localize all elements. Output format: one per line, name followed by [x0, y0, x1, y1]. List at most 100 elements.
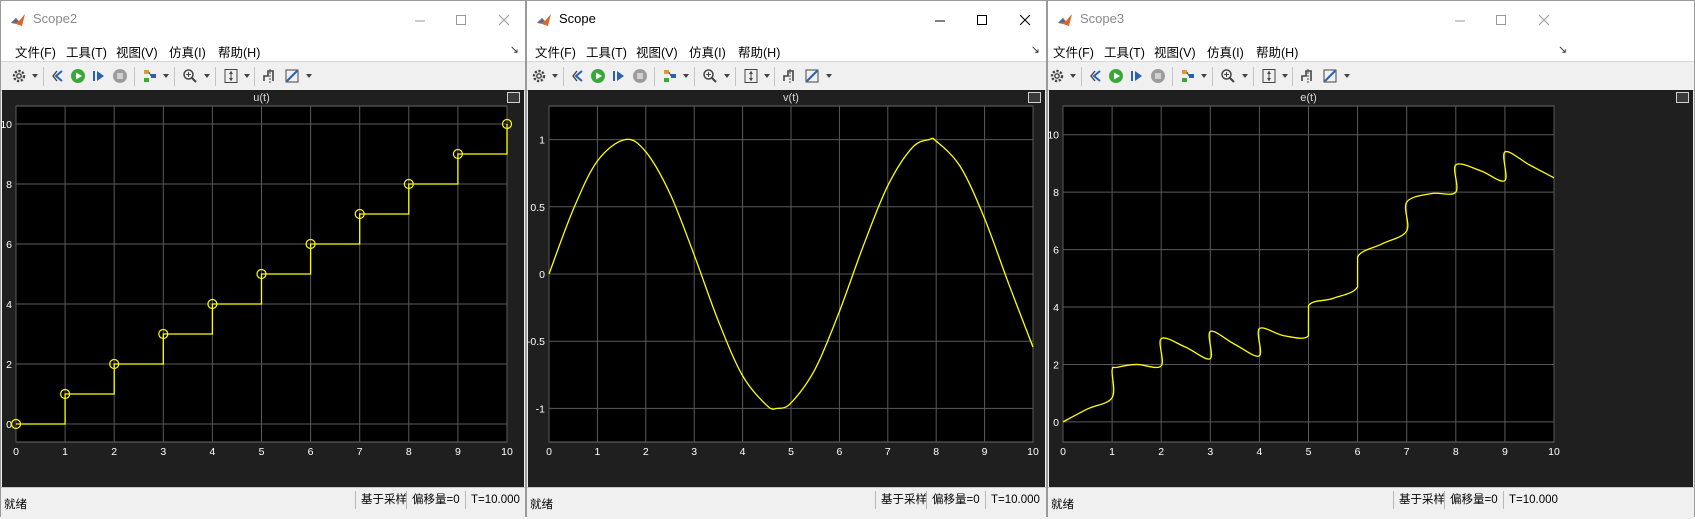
chart-v-t[interactable]: v(t) 0 1 2 3 4 5 6 7 8 9 10 -1 -0.5 0 0.5 1 — [527, 90, 1047, 487]
maximize-button[interactable] — [960, 1, 1005, 39]
measure-dropdown-arrow-icon[interactable] — [826, 74, 832, 78]
measure-dropdown-arrow-icon[interactable] — [1344, 74, 1350, 78]
menu-tools[interactable]: 工具(T) — [66, 42, 107, 61]
stop-icon[interactable] — [1150, 68, 1166, 84]
menu-help[interactable]: 帮助(H) — [1256, 42, 1298, 61]
zoom-dropdown-arrow-icon[interactable] — [1242, 74, 1248, 78]
run-icon[interactable] — [1108, 68, 1124, 84]
close-button[interactable] — [482, 1, 527, 39]
signal-style-icon[interactable] — [142, 68, 158, 84]
measure-icon[interactable] — [804, 68, 820, 84]
minimize-button[interactable] — [1438, 1, 1483, 39]
menu-file[interactable]: 文件(F) — [535, 42, 576, 61]
menu-tools[interactable]: 工具(T) — [586, 42, 627, 61]
restore-icon[interactable] — [51, 68, 67, 84]
zoom-in-icon[interactable] — [1220, 68, 1236, 84]
status-offset: 偏移量=0 — [926, 491, 980, 509]
style-dropdown-arrow-icon[interactable] — [163, 74, 169, 78]
undock-icon[interactable] — [507, 92, 520, 103]
restore-icon[interactable] — [1089, 68, 1105, 84]
settings-dropdown-arrow-icon[interactable] — [1070, 74, 1076, 78]
x-tick-label: 9 — [455, 446, 461, 458]
scale-dropdown-arrow-icon[interactable] — [244, 74, 250, 78]
undock-icon[interactable] — [1028, 92, 1041, 103]
title-bar[interactable]: Scope — [527, 1, 1046, 39]
signal-style-icon[interactable] — [662, 68, 678, 84]
menu-simulation[interactable]: 仿真(I) — [1207, 42, 1244, 61]
title-bar[interactable]: Scope3 — [1048, 1, 1694, 39]
x-tick-label: 2 — [1158, 446, 1164, 458]
menu-file[interactable]: 文件(F) — [1053, 42, 1094, 61]
status-offset: 偏移量=0 — [1444, 491, 1498, 509]
settings-gear-icon[interactable] — [11, 68, 27, 84]
run-icon[interactable] — [590, 68, 606, 84]
undock-icon[interactable] — [1676, 92, 1689, 103]
close-icon — [1020, 14, 1031, 25]
settings-dropdown-arrow-icon[interactable] — [552, 74, 558, 78]
chart-e-t[interactable]: e(t) 0 1 2 3 4 5 6 7 8 9 10 0 2 4 6 8 10 — [1047, 90, 1695, 487]
stop-icon[interactable] — [632, 68, 648, 84]
menu-simulation[interactable]: 仿真(I) — [169, 42, 206, 61]
title-bar[interactable]: Scope2 — [1, 1, 525, 39]
measure-dropdown-arrow-icon[interactable] — [306, 74, 312, 78]
style-dropdown-arrow-icon[interactable] — [1201, 74, 1207, 78]
x-tick-label: 3 — [160, 446, 166, 458]
menu-view[interactable]: 视图(V) — [116, 42, 158, 61]
scale-dropdown-arrow-icon[interactable] — [764, 74, 770, 78]
dock-arrow-icon[interactable]: ↘ — [1558, 43, 1567, 56]
maximize-button[interactable] — [1479, 1, 1524, 39]
triggers-icon[interactable] — [782, 68, 798, 84]
maximize-button[interactable] — [439, 1, 484, 39]
chart-u-t[interactable]: u(t)0 1 2 3 4 5 6 7 8 9 100246810 — [0, 90, 526, 487]
scale-axes-icon[interactable] — [743, 68, 759, 84]
menu-simulation[interactable]: 仿真(I) — [689, 42, 726, 61]
zoom-dropdown-arrow-icon[interactable] — [204, 74, 210, 78]
toolbar-separator — [215, 67, 216, 86]
triggers-icon[interactable] — [262, 68, 278, 84]
zoom-dropdown-arrow-icon[interactable] — [724, 74, 730, 78]
x-tick-label: 5 — [788, 446, 794, 458]
step-forward-icon[interactable] — [611, 68, 627, 84]
stop-icon[interactable] — [112, 68, 128, 84]
dock-arrow-icon[interactable]: ↘ — [1031, 43, 1040, 56]
window-title: Scope3 — [1080, 11, 1125, 26]
x-tick-label: 9 — [1502, 446, 1508, 458]
scope-window-scope3: Scope3 文件(F) 工具(T) 视图(V) 仿真(I) 帮助(H) ↘ e… — [1047, 0, 1695, 519]
scale-dropdown-arrow-icon[interactable] — [1282, 74, 1288, 78]
y-tick-label: -0.5 — [528, 336, 545, 348]
y-tick-label: 8 — [1053, 187, 1059, 199]
settings-dropdown-arrow-icon[interactable] — [32, 74, 38, 78]
zoom-in-icon[interactable] — [182, 68, 198, 84]
dock-arrow-icon[interactable]: ↘ — [510, 43, 519, 56]
x-tick-label: 0 — [546, 446, 552, 458]
y-tick-label: 10 — [2, 119, 12, 131]
menu-view[interactable]: 视图(V) — [636, 42, 678, 61]
measure-icon[interactable] — [1322, 68, 1338, 84]
scale-axes-icon[interactable] — [1261, 68, 1277, 84]
x-tick-label: 0 — [13, 446, 19, 458]
toolbar-separator — [654, 67, 655, 86]
menu-help[interactable]: 帮助(H) — [738, 42, 780, 61]
close-button[interactable] — [1003, 1, 1048, 39]
minimize-button[interactable] — [918, 1, 963, 39]
restore-icon[interactable] — [571, 68, 587, 84]
settings-gear-icon[interactable] — [1049, 68, 1065, 84]
triggers-icon[interactable] — [1300, 68, 1316, 84]
menu-view[interactable]: 视图(V) — [1154, 42, 1196, 61]
minimize-button[interactable] — [398, 1, 443, 39]
menu-file[interactable]: 文件(F) — [15, 42, 56, 61]
menu-help[interactable]: 帮助(H) — [218, 42, 260, 61]
close-button[interactable] — [1522, 1, 1567, 39]
scale-axes-icon[interactable] — [223, 68, 239, 84]
status-ready: 就绪 — [1051, 499, 1074, 511]
zoom-in-icon[interactable] — [702, 68, 718, 84]
run-icon[interactable] — [70, 68, 86, 84]
status-sample-based: 基于采样 — [1393, 491, 1445, 509]
settings-gear-icon[interactable] — [531, 68, 547, 84]
step-forward-icon[interactable] — [91, 68, 107, 84]
signal-style-icon[interactable] — [1180, 68, 1196, 84]
measure-icon[interactable] — [284, 68, 300, 84]
style-dropdown-arrow-icon[interactable] — [683, 74, 689, 78]
menu-tools[interactable]: 工具(T) — [1104, 42, 1145, 61]
step-forward-icon[interactable] — [1129, 68, 1145, 84]
